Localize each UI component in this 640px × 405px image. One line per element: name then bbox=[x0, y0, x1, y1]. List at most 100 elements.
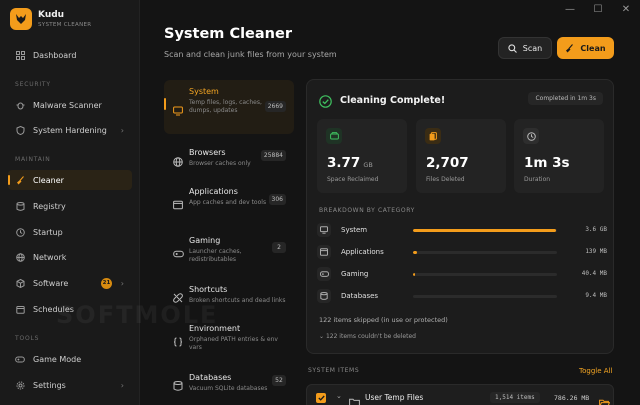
chevron-right-icon: › bbox=[120, 380, 124, 390]
minimize-button[interactable]: — bbox=[556, 0, 584, 18]
sidebar-item-label: System Hardening bbox=[33, 125, 107, 135]
scan-button-label: Scan bbox=[522, 43, 543, 53]
sidebar-item-label: Registry bbox=[33, 201, 66, 211]
breakdown-bar-track bbox=[413, 229, 557, 232]
category-databases[interactable]: Databases Vacuum SQLite databases 52 bbox=[164, 366, 294, 400]
breakdown-row-databases: Databases 9.4 MB bbox=[317, 289, 607, 303]
database-icon bbox=[173, 376, 183, 391]
system-item-row[interactable]: ⌄ User Temp Files 1,514 items 786.26 MB bbox=[306, 384, 614, 405]
sidebar-item-label: Network bbox=[33, 252, 67, 262]
stat-value: 1m 3s bbox=[524, 155, 570, 171]
category-browsers[interactable]: Browsers Browser caches only 25884 bbox=[164, 141, 294, 175]
software-update-badge: 21 bbox=[101, 277, 112, 289]
breakdown-value: 3.6 GB bbox=[585, 226, 607, 233]
chevron-down-icon: ⌄ bbox=[319, 333, 326, 340]
sidebar-item-dashboard[interactable]: Dashboard bbox=[8, 45, 132, 65]
window-controls: — ☐ ✕ bbox=[556, 0, 640, 18]
sidebar-item-settings[interactable]: Settings › bbox=[8, 375, 132, 395]
sidebar-item-malware-scanner[interactable]: Malware Scanner bbox=[8, 95, 132, 115]
kudu-logo-icon bbox=[10, 8, 32, 30]
sidebar-item-software[interactable]: Software 21 › bbox=[8, 273, 132, 293]
not-deleted-text: 122 items couldn't be deleted bbox=[325, 333, 416, 340]
item-count: 1,514 items bbox=[490, 392, 540, 403]
page-title: System Cleaner bbox=[164, 26, 292, 42]
clock-icon bbox=[15, 227, 25, 237]
app-subtitle: SYSTEM CLEANER bbox=[38, 21, 92, 28]
stat-label: Space Reclaimed bbox=[327, 176, 379, 183]
stat-value: 2,707 bbox=[426, 155, 469, 171]
cleaning-result-panel: Cleaning Complete! Completed in 1m 3s 3.… bbox=[306, 79, 614, 354]
stat-label: Duration bbox=[524, 176, 551, 183]
sidebar-item-cleaner[interactable]: Cleaner bbox=[8, 170, 132, 190]
item-name: User Temp Files bbox=[365, 393, 424, 402]
category-description: Temp files, logs, caches, dumps, updates bbox=[189, 99, 262, 114]
category-name: System bbox=[189, 87, 219, 96]
breakdown-bar-track bbox=[413, 273, 557, 276]
item-checkbox[interactable] bbox=[316, 393, 326, 403]
breakdown-name: Applications bbox=[341, 248, 384, 256]
clock-icon bbox=[523, 128, 539, 144]
maximize-button[interactable]: ☐ bbox=[584, 0, 612, 18]
category-gaming[interactable]: Gaming Launcher caches, redistributables… bbox=[164, 229, 294, 269]
window-icon bbox=[317, 245, 331, 259]
search-icon bbox=[508, 43, 517, 53]
broom-icon bbox=[15, 175, 25, 185]
section-label-tools: TOOLS bbox=[15, 335, 40, 342]
stat-label: Files Deleted bbox=[426, 176, 465, 183]
database-icon bbox=[317, 289, 331, 303]
sidebar-item-game-mode[interactable]: Game Mode bbox=[8, 349, 132, 369]
clean-button[interactable]: Clean bbox=[557, 37, 614, 59]
category-description: Orphaned PATH entries & env vars bbox=[189, 336, 278, 351]
shield-icon bbox=[15, 125, 25, 135]
category-count: 306 bbox=[268, 194, 286, 205]
section-label-security: SECURITY bbox=[15, 81, 51, 88]
category-system[interactable]: System Temp files, logs, caches, dumps, … bbox=[164, 80, 294, 134]
watermark-logo: SOFTMOLE bbox=[56, 301, 219, 329]
sidebar-item-system-hardening[interactable]: System Hardening › bbox=[8, 120, 132, 140]
chevron-right-icon: › bbox=[120, 278, 124, 288]
breakdown-name: System bbox=[341, 226, 368, 234]
category-description: App caches and dev tools bbox=[189, 199, 267, 206]
sidebar-item-network[interactable]: Network bbox=[8, 247, 132, 267]
sidebar-item-label: Startup bbox=[33, 227, 63, 237]
sidebar: Kudu SYSTEM CLEANER Dashboard SECURITY M… bbox=[0, 0, 140, 405]
close-button[interactable]: ✕ bbox=[612, 0, 640, 18]
grid-icon bbox=[15, 50, 25, 60]
sidebar-item-label: Game Mode bbox=[33, 354, 82, 364]
monitor-icon bbox=[173, 101, 183, 116]
chevron-right-icon: › bbox=[120, 125, 124, 135]
drive-icon bbox=[326, 128, 342, 144]
chevron-down-icon[interactable]: ⌄ bbox=[336, 392, 342, 400]
breakdown-row-gaming: Gaming 40.4 MB bbox=[317, 267, 607, 281]
category-applications[interactable]: Applications App caches and dev tools 30… bbox=[164, 180, 294, 220]
sidebar-item-startup[interactable]: Startup bbox=[8, 222, 132, 242]
not-deleted-toggle[interactable]: ⌄ 122 items couldn't be deleted bbox=[319, 333, 416, 340]
toggle-all-link[interactable]: Toggle All bbox=[579, 367, 612, 375]
page-subtitle: Scan and clean junk files from your syst… bbox=[164, 50, 337, 59]
scan-button[interactable]: Scan bbox=[498, 37, 552, 59]
item-size: 786.26 MB bbox=[554, 394, 590, 402]
globe-icon bbox=[173, 152, 183, 167]
gamepad-icon bbox=[15, 354, 25, 364]
category-description: Browser caches only bbox=[189, 160, 251, 167]
monitor-icon bbox=[317, 223, 331, 237]
check-circle-icon bbox=[319, 93, 332, 112]
open-folder-icon[interactable] bbox=[599, 393, 611, 405]
sidebar-item-registry[interactable]: Registry bbox=[8, 196, 132, 216]
database-icon bbox=[15, 201, 25, 211]
sidebar-item-label: Malware Scanner bbox=[33, 100, 102, 110]
globe-icon bbox=[15, 252, 25, 262]
breakdown-value: 40.4 MB bbox=[581, 270, 607, 277]
bug-icon bbox=[15, 100, 25, 110]
system-items-label: SYSTEM ITEMS bbox=[308, 367, 360, 374]
breakdown-bar-track bbox=[413, 251, 557, 254]
category-count: 52 bbox=[272, 375, 286, 386]
breakdown-value: 9.4 MB bbox=[585, 292, 607, 299]
breakdown-value: 139 MB bbox=[585, 248, 607, 255]
stat-unit: GB bbox=[363, 161, 373, 169]
gamepad-icon bbox=[317, 267, 331, 281]
category-count: 25884 bbox=[260, 150, 286, 161]
sidebar-item-label: Settings bbox=[33, 380, 66, 390]
skipped-items-text: 122 items skipped (in use or protected) bbox=[319, 316, 448, 324]
breakdown-bar-fill bbox=[413, 229, 556, 232]
